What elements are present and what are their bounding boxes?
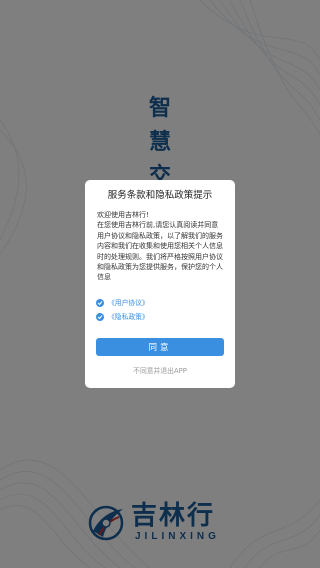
privacy-policy-link[interactable]: 《隐私政策》: [108, 312, 149, 322]
dialog-body-text: 在您使用吉林行前,请您认真阅读并同意用户协议和隐私政策，以了解我们的服务内容和我…: [97, 221, 223, 282]
dialog-greeting: 欢迎使用吉林行!: [97, 211, 149, 219]
agree-button[interactable]: 同意: [96, 338, 224, 356]
privacy-policy-item[interactable]: 《隐私政策》: [96, 311, 149, 323]
app-screen: 智 慧 交 通 出 行 吉林行 JILINXING 服务条款和隐私政策提示 欢迎…: [0, 0, 320, 568]
user-agreement-item[interactable]: 《用户协议》: [96, 297, 149, 309]
checkmark-icon[interactable]: [96, 299, 104, 307]
dialog-body: 欢迎使用吉林行! 在您使用吉林行前,请您认真阅读并同意用户协议和隐私政策，以了解…: [97, 210, 225, 283]
checkmark-icon[interactable]: [96, 313, 104, 321]
disagree-exit-link[interactable]: 不同意并退出APP: [85, 366, 235, 376]
privacy-dialog: 服务条款和隐私政策提示 欢迎使用吉林行! 在您使用吉林行前,请您认真阅读并同意用…: [85, 180, 235, 388]
dialog-title: 服务条款和隐私政策提示: [107, 190, 213, 201]
user-agreement-link[interactable]: 《用户协议》: [108, 298, 149, 308]
